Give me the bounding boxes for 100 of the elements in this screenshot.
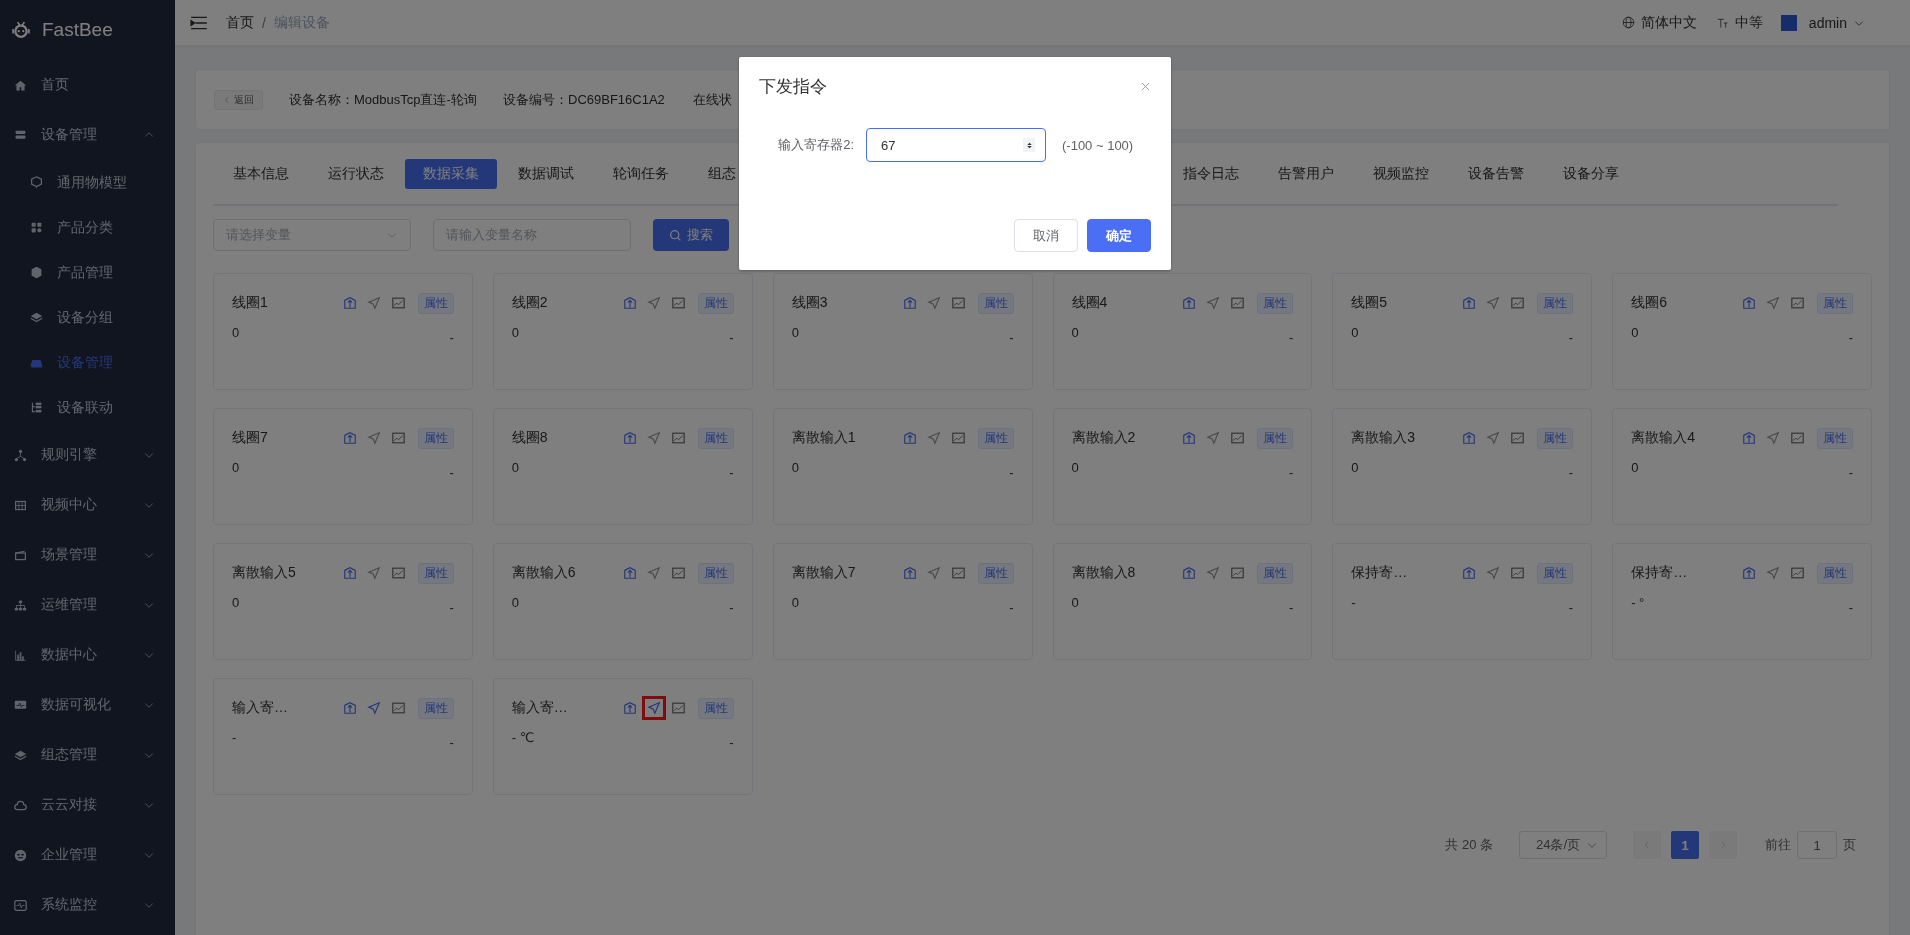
sidebar-item[interactable]: 设备管理 [0,110,175,160]
line-chart-icon[interactable] [390,566,406,580]
size-selector[interactable]: 中等 [1734,13,1763,32]
line-chart-icon[interactable] [1230,431,1246,445]
sidebar-subitem[interactable]: 设备联动 [0,385,175,430]
sidebar-item[interactable]: 首页 [0,60,175,110]
box-arrow-icon[interactable] [1182,296,1197,310]
tab[interactable]: 设备告警 [1450,158,1542,189]
box-arrow-icon[interactable] [902,431,917,445]
line-chart-icon[interactable] [670,701,686,715]
line-chart-icon[interactable] [390,431,406,445]
line-chart-icon[interactable] [670,431,686,445]
property-tag[interactable]: 属性 [697,562,734,584]
line-chart-icon[interactable] [390,701,406,715]
sidebar-item[interactable]: 运维管理 [0,580,175,630]
box-arrow-icon[interactable] [342,431,357,445]
tab[interactable]: 基本信息 [215,158,307,189]
tab[interactable]: 告警用户 [1260,158,1352,189]
property-tag[interactable]: 属性 [1537,562,1574,584]
property-tag[interactable]: 属性 [1537,427,1574,449]
user-name[interactable]: admin [1808,14,1847,31]
box-arrow-icon[interactable] [342,566,357,580]
page-size-select[interactable]: 24条/页 [1519,831,1607,859]
box-arrow-icon[interactable] [622,296,637,310]
line-chart-icon[interactable] [1510,566,1526,580]
number-input-field[interactable]: 67 [866,128,1046,162]
line-chart-icon[interactable] [670,566,686,580]
property-tag[interactable]: 属性 [977,427,1014,449]
box-arrow-icon[interactable] [1462,431,1477,445]
tab[interactable]: 视频监控 [1355,158,1447,189]
line-chart-icon[interactable] [1790,431,1805,445]
breadcrumb-item[interactable]: 首页 [226,13,254,32]
tab[interactable]: 数据采集 [405,158,497,189]
box-arrow-icon[interactable] [342,296,357,310]
box-arrow-icon[interactable] [1462,296,1477,310]
box-arrow-icon[interactable] [1742,431,1756,445]
goto-page-field[interactable]: 1 [1797,831,1837,859]
box-arrow-icon[interactable] [1462,566,1477,580]
back-button[interactable]: 返回 [214,89,263,110]
property-tag[interactable]: 属性 [1817,292,1853,314]
line-chart-icon[interactable] [950,566,966,580]
line-chart-icon[interactable] [1790,566,1805,580]
box-arrow-icon[interactable] [1742,566,1756,580]
sidebar-item[interactable]: 场景管理 [0,530,175,580]
box-arrow-icon[interactable] [1742,296,1756,310]
sidebar-subitem[interactable]: 设备管理 [0,340,175,385]
cancel-button[interactable]: 取消 [1014,219,1078,252]
close-icon[interactable] [1140,81,1151,92]
box-arrow-icon[interactable] [622,431,637,445]
sidebar-item[interactable]: 云云对接 [0,780,175,830]
confirm-button[interactable]: 确定 [1087,219,1151,252]
page-number[interactable]: 1 [1671,831,1699,859]
line-chart-icon[interactable] [1230,296,1246,310]
line-chart-icon[interactable] [390,296,406,310]
property-tag[interactable]: 属性 [417,562,454,584]
tab[interactable]: 数据调试 [500,158,592,189]
sidebar-item[interactable]: 企业管理 [0,830,175,880]
box-arrow-icon[interactable] [1182,566,1197,580]
line-chart-icon[interactable] [1510,296,1526,310]
property-tag[interactable]: 属性 [697,697,734,719]
property-tag[interactable]: 属性 [1817,562,1853,584]
send-icon[interactable] [641,696,666,720]
line-chart-icon[interactable] [670,296,686,310]
line-chart-icon[interactable] [950,431,966,445]
box-arrow-icon[interactable] [622,701,637,715]
property-tag[interactable]: 属性 [697,427,734,449]
line-chart-icon[interactable] [1790,296,1805,310]
property-tag[interactable]: 属性 [417,427,454,449]
property-tag[interactable]: 属性 [417,697,454,719]
tab[interactable]: 设备分享 [1545,158,1637,189]
property-tag[interactable]: 属性 [977,562,1014,584]
sidebar-item[interactable]: 组态管理 [0,730,175,780]
property-tag[interactable]: 属性 [1257,292,1294,314]
user-avatar[interactable] [1780,14,1797,31]
sidebar-subitem[interactable]: 产品分类 [0,205,175,250]
sidebar-item[interactable]: 视频中心 [0,480,175,530]
sidebar-item[interactable]: 数据可视化 [0,680,175,730]
property-tag[interactable]: 属性 [417,292,454,314]
sidebar-item[interactable]: 系统监控 [0,880,175,930]
tab[interactable]: 运行状态 [310,158,402,189]
box-arrow-icon[interactable] [902,296,917,310]
property-tag[interactable]: 属性 [697,292,734,314]
property-tag[interactable]: 属性 [1537,292,1574,314]
tab[interactable]: 轮询任务 [595,158,687,189]
sidebar-subitem[interactable]: 产品管理 [0,250,175,295]
box-arrow-icon[interactable] [902,566,917,580]
sidebar-item[interactable]: 数据中心 [0,630,175,680]
box-arrow-icon[interactable] [1182,431,1197,445]
sidebar-item[interactable]: 规则引擎 [0,430,175,480]
property-tag[interactable]: 属性 [1257,562,1294,584]
line-chart-icon[interactable] [1510,431,1526,445]
property-tag[interactable]: 属性 [1257,427,1294,449]
search-button[interactable]: 搜索 [653,219,729,251]
sidebar-subitem[interactable]: 通用物模型 [0,160,175,205]
property-tag[interactable]: 属性 [977,292,1014,314]
box-arrow-icon[interactable] [622,566,637,580]
sidebar-subitem[interactable]: 设备分组 [0,295,175,340]
line-chart-icon[interactable] [950,296,966,310]
box-arrow-icon[interactable] [342,701,357,715]
property-tag[interactable]: 属性 [1817,427,1853,449]
